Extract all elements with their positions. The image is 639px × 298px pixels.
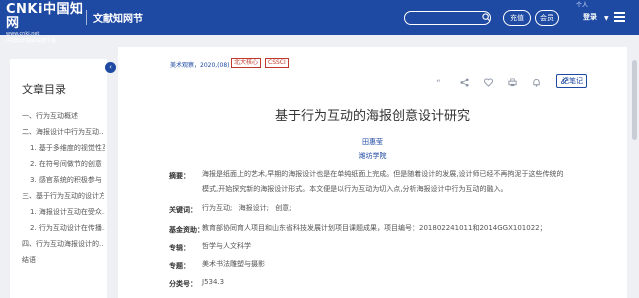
toc-item[interactable]: 3. 感官系统的积极参与 — [30, 175, 105, 185]
chevron-down-icon[interactable]: ▼ — [604, 15, 609, 22]
toc-item[interactable]: 2. 行为互动设计在传播... — [30, 223, 105, 233]
keyword-link[interactable]: 创意; — [275, 204, 291, 212]
cssci-badge: CSSCI — [265, 58, 289, 68]
alert-icon[interactable] — [532, 78, 541, 87]
toc-item[interactable]: 一、行为互动概述 — [22, 111, 78, 121]
toc-sidebar: 文章目录 一、行为互动概述 二、海报设计中行为互动... 1. 基于多维度的视觉… — [10, 59, 107, 298]
journal-source[interactable]: 美术观察，2020,(08) — [170, 60, 230, 69]
personal-tag[interactable]: 个人 — [576, 0, 588, 9]
svg-text:“: “ — [436, 79, 441, 87]
abstract-line-2: 模式,开始探究新的海报设计形式。本文便是以行为互动为切入点,分析海报设计中行为互… — [202, 185, 508, 193]
print-icon[interactable] — [508, 78, 517, 87]
toc-item[interactable]: 四、行为互动海报设计的... — [22, 239, 104, 249]
share-icon[interactable] — [460, 78, 469, 87]
search-icon[interactable] — [482, 13, 491, 22]
keyword-link[interactable]: 海报设计; — [239, 204, 269, 212]
header-title: 文献知网节 — [93, 14, 143, 25]
scrollbar-thumb[interactable] — [632, 60, 637, 140]
toc-item[interactable]: 1. 海报设计互动在受众... — [30, 207, 105, 217]
quote-icon[interactable]: “ — [436, 78, 445, 87]
classification-label: 分类号： — [169, 280, 197, 288]
toc-item[interactable]: 三、基于行为互动的设计方式... — [22, 191, 104, 201]
keyword-link[interactable]: 行为互动; — [202, 204, 232, 212]
keywords-list: 行为互动; 海报设计; 创意; — [202, 202, 296, 214]
keywords-label: 关键词： — [169, 206, 197, 214]
fund-text: 教育部协同育人项目和山东省科技发展计划项目课题成果，项目编号：201802241… — [202, 224, 547, 232]
take-note-button[interactable]: 记笔记 — [556, 74, 587, 88]
classification-text: J534.3 — [202, 278, 225, 286]
organization-link[interactable]: 潍坊学院 — [118, 151, 627, 161]
toc-item[interactable]: 1. 基于多维度的视觉性互动 — [30, 143, 105, 153]
logo-tagline: 中国知识基础设施工程 — [6, 38, 57, 44]
member-button[interactable]: 会员 — [535, 10, 559, 26]
collapse-icon[interactable]: ‹ — [105, 62, 116, 73]
author-link[interactable]: 田惠莹 — [118, 137, 627, 147]
logo-url: www.cnki.net — [6, 31, 40, 37]
abstract-label: 摘要： — [169, 172, 190, 180]
fund-label: 基金资助： — [169, 226, 204, 234]
article-panel: 美术观察，2020,(08) 北大核心 CSSCI “ 记笔记 基于行为互动的海… — [118, 47, 627, 298]
toc-item[interactable]: 二、海报设计中行为互动... — [22, 127, 104, 137]
favorite-icon[interactable] — [484, 78, 493, 87]
topic-text: 哲学与人文科学 — [202, 242, 251, 250]
recharge-button[interactable]: 充值 — [503, 10, 531, 26]
header-divider — [86, 10, 87, 25]
toc-item[interactable]: 2. 在符号间做节的创意 — [30, 159, 105, 169]
menu-icon[interactable] — [614, 12, 625, 23]
toc-item[interactable]: 结语 — [22, 255, 36, 265]
article-title: 基于行为互动的海报创意设计研究 — [274, 109, 470, 124]
top-header: CNKi中国知网 www.cnki.net 中国知识基础设施工程 文献知网节 充… — [0, 0, 639, 45]
toc-title: 文章目录 — [22, 83, 66, 96]
note-icon — [561, 77, 568, 84]
page: CNKi中国知网 www.cnki.net 中国知识基础设施工程 文献知网节 充… — [0, 0, 639, 298]
subject-label: 专题： — [169, 262, 190, 270]
cnki-logo[interactable]: CNKi中国知网 www.cnki.net 中国知识基础设施工程 — [6, 2, 84, 45]
core-journal-badge: 北大核心 — [231, 58, 262, 68]
login-button[interactable]: 登录 — [577, 10, 603, 26]
search-input[interactable] — [404, 11, 491, 25]
abstract-line-1: 海报是纸面上的艺术,早期的海报设计也是在单纯纸面上完成。但是随着设计的发展,设计… — [202, 170, 564, 178]
subject-text: 美术书法雕塑与摄影 — [202, 260, 265, 268]
topic-label: 专辑： — [169, 244, 190, 252]
logo-main: CNKi中国知网 — [6, 2, 84, 31]
